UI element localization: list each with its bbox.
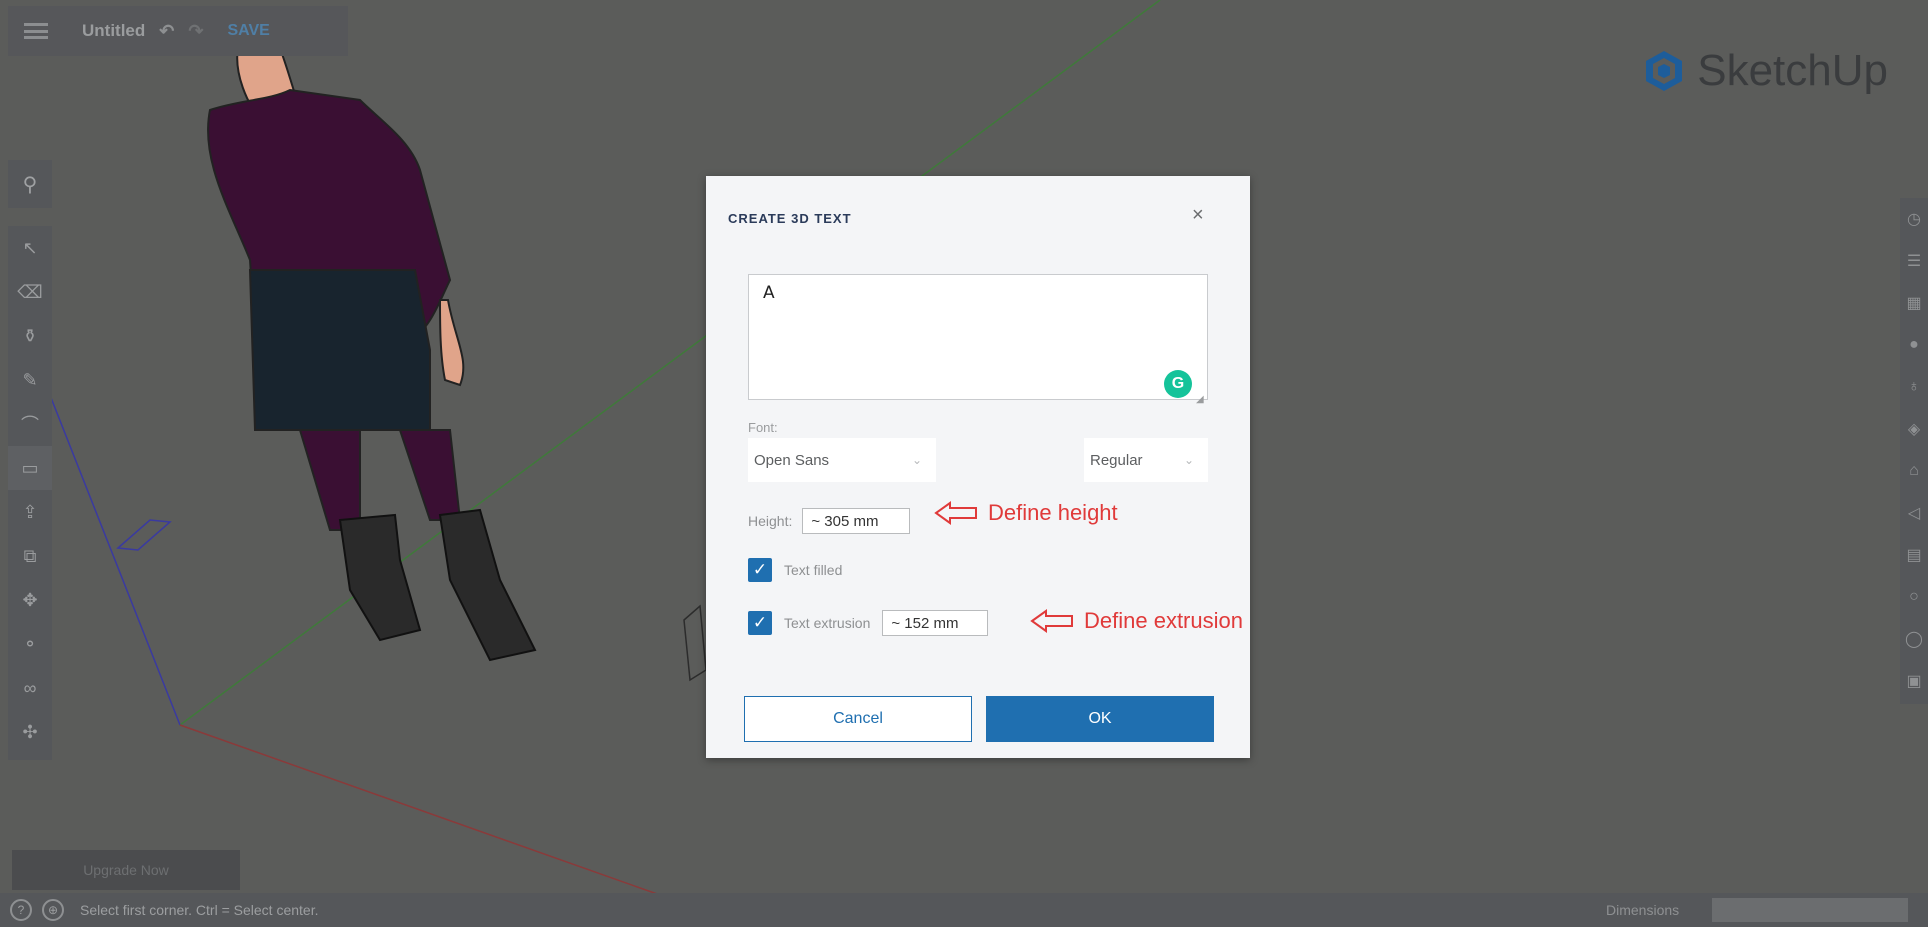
- sketchup-logo: SketchUp: [1641, 46, 1888, 96]
- section-plane-tool-icon[interactable]: ∞: [8, 666, 52, 710]
- text-input[interactable]: A: [748, 274, 1208, 400]
- rectangle-tool-icon[interactable]: ▭: [8, 446, 52, 490]
- move-tool-icon[interactable]: ✥: [8, 578, 52, 622]
- text-filled-label: Text filled: [784, 562, 843, 578]
- clock-icon[interactable]: ◷: [1900, 198, 1928, 240]
- font-select[interactable]: Open Sans ⌄: [748, 438, 936, 482]
- grammarly-icon[interactable]: G: [1164, 370, 1192, 398]
- select-tool-icon[interactable]: ↖: [8, 226, 52, 270]
- offset-tool-icon[interactable]: ⧉: [8, 534, 52, 578]
- font-label: Font:: [748, 420, 778, 435]
- styles-icon[interactable]: ♁: [1900, 366, 1928, 408]
- extensions-icon[interactable]: ▣: [1900, 660, 1928, 702]
- title-bar: Untitled ↶ ↷ SAVE: [8, 6, 348, 56]
- scale-figure: [207, 28, 537, 662]
- height-row: Height: ~ 305 mm: [748, 508, 911, 534]
- font-select-value: Open Sans: [754, 451, 830, 469]
- text-filled-row: ✓ Text filled: [748, 558, 842, 582]
- outliner-icon[interactable]: ☰: [1900, 240, 1928, 282]
- eraser-tool-icon[interactable]: ⌫: [8, 270, 52, 314]
- chevron-down-icon: ⌄: [911, 453, 922, 467]
- extrusion-annotation-text: Define extrusion: [1084, 608, 1243, 633]
- chevron-down-icon: ⌄: [1183, 453, 1194, 467]
- blue-axis-line: [43, 379, 181, 726]
- left-toolbar: ↖ ⌫ ⚱ ✎ ⌒ ▭ ⇪ ⧉ ✥ ⚬ ∞ ✣: [8, 226, 52, 760]
- help-circle-icon[interactable]: ?: [10, 899, 32, 921]
- arc-tool-icon[interactable]: ⌒: [8, 402, 52, 446]
- shadows-icon[interactable]: ◁: [1900, 492, 1928, 534]
- red-axis-line: [179, 724, 661, 896]
- redo-icon[interactable]: ↷: [188, 21, 203, 42]
- create-3d-text-dialog: CREATE 3D TEXT × A Font: Open Sans ⌄ Reg…: [706, 176, 1250, 758]
- help-icon[interactable]: ◯: [1900, 618, 1928, 660]
- cancel-button[interactable]: Cancel: [744, 696, 972, 742]
- instructor-icon[interactable]: ○: [1900, 576, 1928, 618]
- sketchup-logo-icon: [1646, 51, 1683, 91]
- undo-icon[interactable]: ↶: [159, 21, 174, 42]
- left-arrow-icon: [934, 501, 977, 525]
- document-title[interactable]: Untitled: [82, 21, 145, 41]
- left-arrow-icon: [1030, 609, 1073, 633]
- box-shape: [683, 604, 707, 682]
- dialog-title: CREATE 3D TEXT: [728, 211, 852, 226]
- display-icon[interactable]: ▤: [1900, 534, 1928, 576]
- tape-measure-tool-icon[interactable]: ⚬: [8, 622, 52, 666]
- text-extrusion-label: Text extrusion: [784, 615, 871, 631]
- scenes-icon[interactable]: ⌂: [1900, 450, 1928, 492]
- save-button[interactable]: SAVE: [227, 22, 269, 40]
- font-style-select[interactable]: Regular ⌄: [1084, 438, 1208, 482]
- ok-button[interactable]: OK: [986, 696, 1214, 742]
- height-input[interactable]: ~ 305 mm: [802, 508, 911, 534]
- status-bar: ? ⊕ Select first corner. Ctrl = Select c…: [0, 893, 1928, 927]
- right-toolbar: ◷ ☰ ▦ ● ♁ ◈ ⌂ ◁ ▤ ○ ◯ ▣: [1900, 198, 1928, 704]
- extrusion-annotation: Define extrusion: [1030, 608, 1243, 634]
- height-annotation: Define height: [934, 500, 1118, 526]
- components-icon[interactable]: ▦: [1900, 282, 1928, 324]
- close-icon[interactable]: ×: [1192, 204, 1204, 227]
- dimensions-label: Dimensions: [1606, 902, 1680, 918]
- tags-icon[interactable]: ◈: [1900, 408, 1928, 450]
- height-label: Height:: [748, 513, 793, 529]
- text-filled-checkbox[interactable]: ✓: [748, 558, 772, 582]
- paint-bucket-tool-icon[interactable]: ⚱: [8, 314, 52, 358]
- hamburger-menu-icon[interactable]: [24, 23, 48, 39]
- resize-handle-icon[interactable]: ◢: [1196, 394, 1204, 405]
- height-annotation-text: Define height: [988, 500, 1118, 525]
- materials-icon[interactable]: ●: [1900, 324, 1928, 366]
- upgrade-now-button[interactable]: Upgrade Now: [12, 850, 240, 890]
- brand-name: SketchUp: [1697, 46, 1888, 95]
- status-text: Select first corner. Ctrl = Select cente…: [80, 902, 319, 918]
- orbit-tool-icon[interactable]: ✣: [8, 710, 52, 754]
- globe-icon[interactable]: ⊕: [42, 899, 64, 921]
- font-style-value: Regular: [1090, 451, 1143, 469]
- extrusion-input[interactable]: ~ 152 mm: [882, 610, 989, 636]
- drawn-rectangle: [116, 519, 172, 551]
- text-extrusion-row: ✓ Text extrusion ~ 152 mm: [748, 610, 989, 636]
- text-extrusion-checkbox[interactable]: ✓: [748, 611, 772, 635]
- dimensions-input[interactable]: [1712, 898, 1908, 922]
- search-icon[interactable]: ⚲: [8, 160, 52, 208]
- push-pull-tool-icon[interactable]: ⇪: [8, 490, 52, 534]
- pencil-tool-icon[interactable]: ✎: [8, 358, 52, 402]
